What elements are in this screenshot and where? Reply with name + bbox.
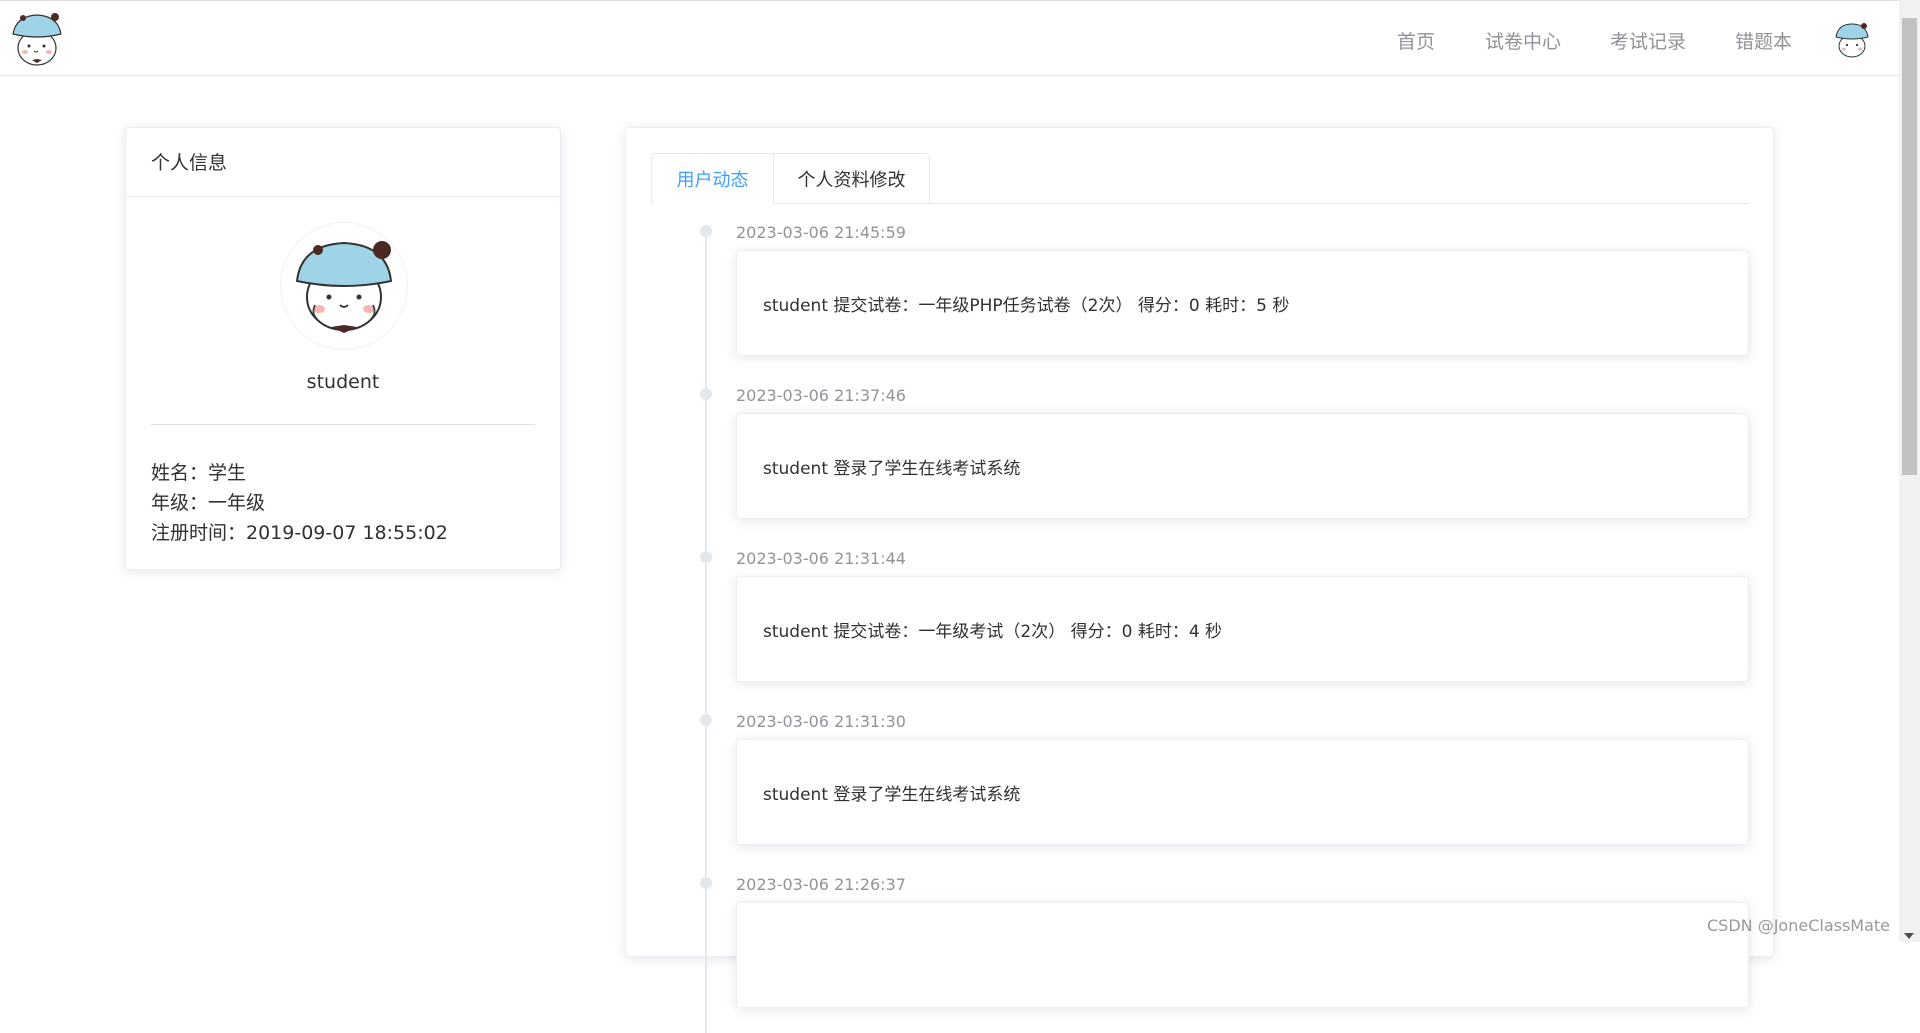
timeline-dot [700, 551, 712, 563]
tab-bar: 用户动态 个人资料修改 [651, 153, 1749, 204]
timeline-dot [700, 225, 712, 237]
profile-card-title: 个人信息 [126, 128, 560, 197]
nav-home[interactable]: 首页 [1397, 27, 1435, 54]
activity-card: 用户动态 个人资料修改 2023-03-06 21:45:59 student … [625, 127, 1774, 1033]
tab-user-activity[interactable]: 用户动态 [651, 153, 774, 204]
nav-exam-records[interactable]: 考试记录 [1610, 27, 1686, 54]
profile-username: student [306, 371, 380, 393]
profile-name: 姓名：学生 [151, 462, 247, 484]
profile-grade: 年级：一年级 [151, 492, 266, 514]
timeline-text: student 提交试卷：一年级PHP任务试卷（2次） 得分：0 耗时：5 秒 [763, 295, 1290, 316]
timeline-card: student 提交试卷：一年级考试（2次） 得分：0 耗时：4 秒 [736, 576, 1749, 682]
timeline-text: student 登录了学生在线考试系统 [763, 458, 1021, 479]
timeline-dot [700, 388, 712, 400]
user-avatar[interactable] [1831, 19, 1873, 61]
profile-card: 个人信息 student 姓名：学生 年级：一年级 注册时间：2019-09-0… [125, 127, 561, 570]
nav-exam-center[interactable]: 试卷中心 [1485, 27, 1561, 54]
profile-register-time: 注册时间：2019-09-07 18:55:02 [151, 522, 448, 544]
timeline-card [736, 902, 1749, 1008]
timeline-text: student 提交试卷：一年级考试（2次） 得分：0 耗时：4 秒 [763, 621, 1223, 642]
timeline-card: student 提交试卷：一年级PHP任务试卷（2次） 得分：0 耗时：5 秒 [736, 250, 1749, 356]
profile-avatar [280, 222, 408, 350]
timeline-card: student 登录了学生在线考试系统 [736, 413, 1749, 519]
timeline-card: student 登录了学生在线考试系统 [736, 739, 1749, 845]
page-scrollbar[interactable] [1899, 0, 1920, 942]
timeline-text: student 登录了学生在线考试系统 [763, 784, 1021, 805]
timeline-dot [700, 877, 712, 889]
watermark: CSDN @JoneClassMate [1707, 916, 1891, 935]
logo-icon[interactable] [6, 8, 68, 70]
timeline-time: 2023-03-06 21:31:44 [736, 549, 906, 568]
timeline-time: 2023-03-06 21:37:46 [736, 386, 906, 405]
profile-divider [151, 424, 535, 425]
timeline-time: 2023-03-06 21:45:59 [736, 223, 906, 242]
top-header: 首页 试卷中心 考试记录 错题本 [0, 0, 1899, 76]
scroll-down-arrow-icon[interactable] [1904, 933, 1914, 939]
timeline-time: 2023-03-06 21:26:37 [736, 875, 906, 894]
scrollbar-thumb[interactable] [1902, 18, 1917, 475]
timeline-dot [700, 714, 712, 726]
nav-wrong-questions[interactable]: 错题本 [1735, 27, 1792, 54]
timeline-time: 2023-03-06 21:31:30 [736, 712, 906, 731]
timeline-axis [705, 233, 707, 1033]
avatar-illustration-icon [295, 241, 393, 333]
tab-edit-profile[interactable]: 个人资料修改 [773, 153, 930, 204]
